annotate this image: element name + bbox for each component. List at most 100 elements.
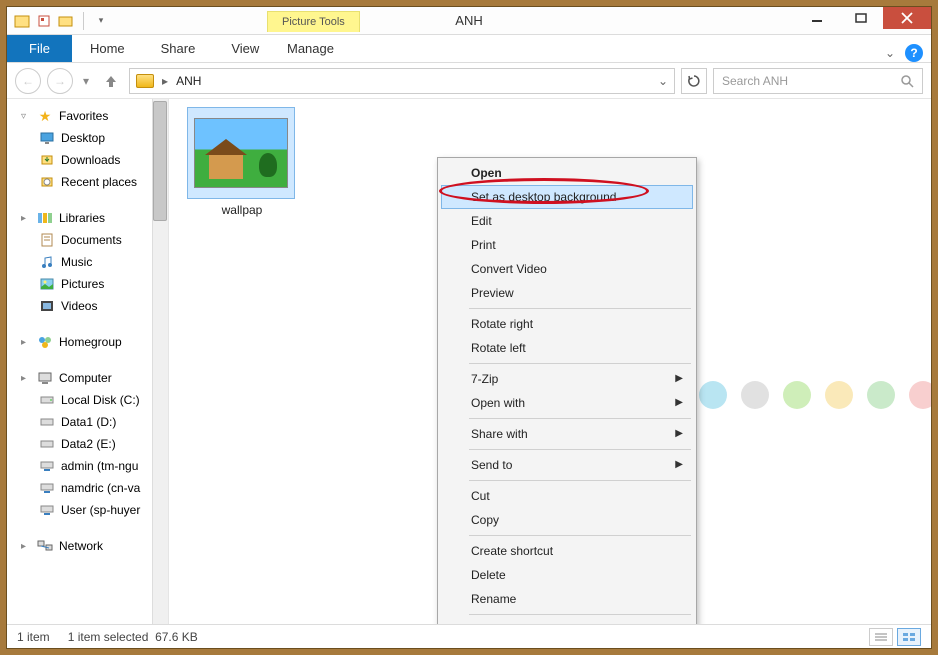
window-title: ANH (455, 13, 482, 28)
nav-favorites-label: Favorites (59, 109, 108, 123)
tab-share[interactable]: Share (143, 35, 214, 62)
qat-properties-icon[interactable] (35, 12, 53, 30)
minimize-button[interactable] (795, 7, 839, 29)
tab-file[interactable]: File (7, 35, 72, 62)
file-thumbnail (187, 107, 295, 199)
music-icon (39, 254, 55, 270)
submenu-arrow-icon: ▶ (675, 459, 683, 470)
menu-print[interactable]: Print (441, 233, 693, 257)
breadcrumb-dropdown-icon[interactable]: ⌄ (658, 74, 668, 88)
search-input[interactable]: Search ANH (713, 68, 923, 94)
breadcrumb-segment[interactable]: ANH (176, 74, 201, 88)
menu-share-with[interactable]: Share with▶ (441, 422, 693, 446)
menu-7zip[interactable]: 7-Zip▶ (441, 367, 693, 391)
nav-netdrive-admin[interactable]: admin (tm-ngu (7, 455, 168, 477)
nav-drive-c[interactable]: Local Disk (C:) (7, 389, 168, 411)
breadcrumb-sep-icon[interactable]: ▸ (162, 74, 168, 88)
dot (867, 381, 895, 409)
nav-network-label: Network (59, 539, 103, 553)
file-item-wallpaper[interactable]: wallpap (187, 107, 297, 217)
dot (741, 381, 769, 409)
nav-recent[interactable]: Recent places (7, 171, 168, 193)
help-icon[interactable]: ? (905, 44, 923, 62)
address-input[interactable]: ▸ ANH ⌄ (129, 68, 675, 94)
menu-rotate-right[interactable]: Rotate right (441, 312, 693, 336)
scrollbar-thumb[interactable] (153, 101, 167, 221)
menu-separator (469, 614, 691, 615)
forward-button[interactable]: → (47, 68, 73, 94)
nav-computer-label: Computer (59, 371, 112, 385)
nav-scrollbar[interactable] (152, 99, 168, 624)
qat-dropdown-icon[interactable]: ▾ (92, 12, 110, 30)
nav-netdrive-namdric[interactable]: namdric (cn-va (7, 477, 168, 499)
menu-convert-video[interactable]: Convert Video (441, 257, 693, 281)
menu-send-to[interactable]: Send to▶ (441, 453, 693, 477)
menu-copy[interactable]: Copy (441, 508, 693, 532)
menu-rename[interactable]: Rename (441, 587, 693, 611)
menu-create-shortcut[interactable]: Create shortcut (441, 539, 693, 563)
nav-netdrive-user[interactable]: User (sp-huyer (7, 499, 168, 521)
title-bar: ▾ Picture Tools ANH (7, 7, 931, 35)
nav-pictures[interactable]: Pictures (7, 273, 168, 295)
search-placeholder: Search ANH (722, 74, 788, 88)
drive-icon (39, 414, 55, 430)
maximize-button[interactable] (839, 7, 883, 29)
qat-newfolder-icon[interactable] (57, 12, 75, 30)
submenu-arrow-icon: ▶ (675, 373, 683, 384)
menu-cut[interactable]: Cut (441, 484, 693, 508)
menu-rotate-left[interactable]: Rotate left (441, 336, 693, 360)
up-button[interactable] (99, 69, 123, 93)
menu-properties[interactable]: Properties (441, 618, 693, 624)
menu-preview[interactable]: Preview (441, 281, 693, 305)
nav-drive-e[interactable]: Data2 (E:) (7, 433, 168, 455)
wallpaper-preview (194, 118, 288, 188)
view-details-button[interactable] (869, 628, 893, 646)
nav-drive-d[interactable]: Data1 (D:) (7, 411, 168, 433)
close-button[interactable] (883, 7, 931, 29)
menu-edit[interactable]: Edit (441, 209, 693, 233)
dot (783, 381, 811, 409)
nav-downloads[interactable]: Downloads (7, 149, 168, 171)
content-pane[interactable]: wallpap Download.com.vn Open Set as desk… (169, 99, 931, 624)
menu-open-with[interactable]: Open with▶ (441, 391, 693, 415)
status-bar: 1 item 1 item selected 67.6 KB (7, 624, 931, 648)
nav-videos[interactable]: Videos (7, 295, 168, 317)
file-label: wallpap (187, 203, 297, 217)
menu-separator (469, 480, 691, 481)
nav-computer[interactable]: ▸ Computer (7, 367, 168, 389)
qat-separator (83, 12, 84, 30)
contextual-tab-picture-tools[interactable]: Picture Tools (267, 11, 360, 32)
menu-open[interactable]: Open (441, 161, 693, 185)
drive-icon (39, 436, 55, 452)
network-drive-icon (39, 458, 55, 474)
star-icon: ★ (37, 108, 53, 124)
menu-set-desktop-background[interactable]: Set as desktop background (441, 185, 693, 209)
status-item-count: 1 item (17, 630, 50, 644)
explorer-window: ▾ Picture Tools ANH File Home Share View… (6, 6, 932, 649)
nav-documents[interactable]: Documents (7, 229, 168, 251)
menu-delete[interactable]: Delete (441, 563, 693, 587)
nav-desktop[interactable]: Desktop (7, 127, 168, 149)
dot (825, 381, 853, 409)
libraries-icon (37, 210, 53, 226)
refresh-button[interactable] (681, 68, 707, 94)
back-button[interactable]: ← (15, 68, 41, 94)
ribbon-expand-icon[interactable]: ⌄ (885, 46, 895, 60)
documents-icon (39, 232, 55, 248)
watermark-dots (699, 381, 931, 409)
chevron-down-icon: ▿ (21, 111, 31, 122)
pictures-icon (39, 276, 55, 292)
menu-separator (469, 363, 691, 364)
tab-home[interactable]: Home (72, 35, 143, 62)
nav-network[interactable]: ▸ Network (7, 535, 168, 557)
nav-homegroup[interactable]: ▸ Homegroup (7, 331, 168, 353)
nav-favorites[interactable]: ▿ ★ Favorites (7, 105, 168, 127)
computer-icon (37, 370, 53, 386)
nav-music[interactable]: Music (7, 251, 168, 273)
view-thumbnails-button[interactable] (897, 628, 921, 646)
nav-libraries[interactable]: ▸ Libraries (7, 207, 168, 229)
history-dropdown-icon[interactable]: ▾ (79, 74, 93, 88)
submenu-arrow-icon: ▶ (675, 397, 683, 408)
tab-manage[interactable]: Manage (267, 35, 354, 62)
context-menu: Open Set as desktop background Edit Prin… (437, 157, 697, 624)
